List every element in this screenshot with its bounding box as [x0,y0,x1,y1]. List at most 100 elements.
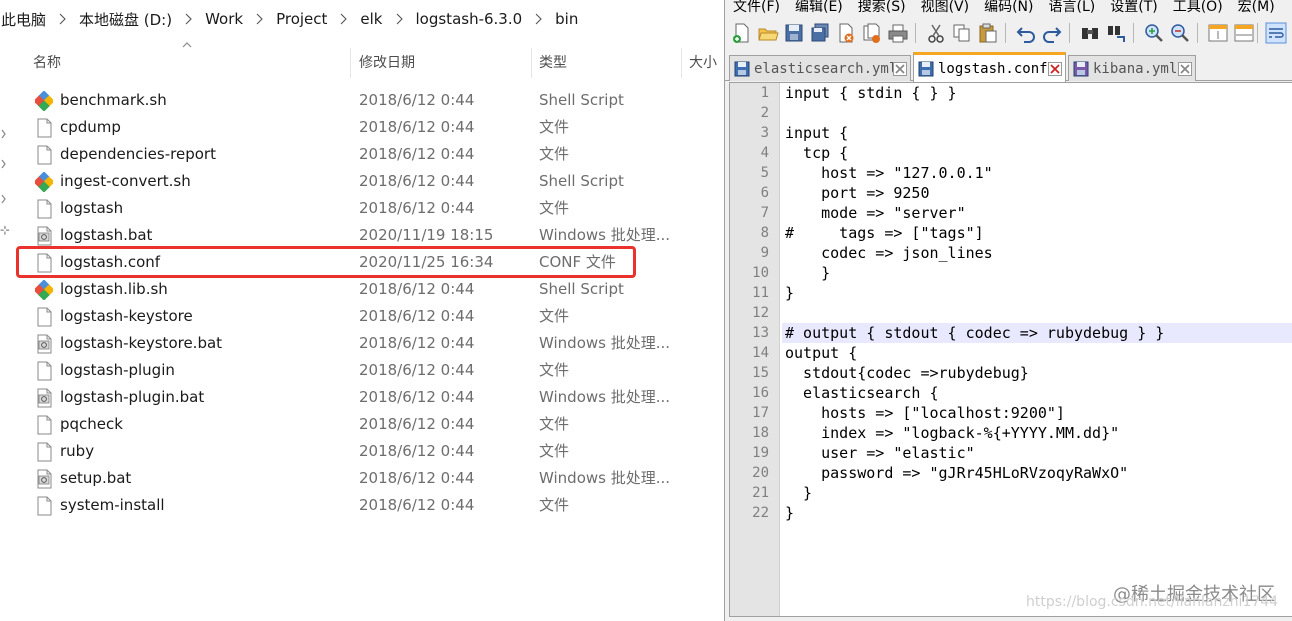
tab-close-icon[interactable] [1048,62,1062,76]
code-text[interactable]: # tags => ["tags"] [785,223,984,243]
menu-item[interactable]: 设置(T) [1102,0,1164,17]
print-icon[interactable] [887,22,909,44]
code-line[interactable]: 5 host => "127.0.0.1" [761,163,1292,183]
code-text[interactable]: output { [785,343,857,363]
paste-icon[interactable] [977,22,999,44]
code-text[interactable]: elasticsearch { [785,383,938,403]
code-text[interactable]: port => 9250 [785,183,929,203]
editor-tab[interactable]: logstash.conf [913,52,1066,82]
file-name[interactable]: pqcheck [60,411,123,438]
save-icon[interactable] [783,22,805,44]
code-line[interactable]: 22} [752,503,1292,523]
tab-label[interactable]: logstash.conf [938,55,1048,83]
file-name[interactable]: ruby [60,438,94,465]
breadcrumb-chevron-icon[interactable] [340,13,348,25]
breadcrumb[interactable]: 此电脑 本地磁盘 (D:) Work Project elk logstash-6.3.0… [0,4,579,34]
tab-label[interactable]: elasticsearch.yml [754,56,897,82]
editor-tab[interactable]: kibana.yml [1068,55,1196,81]
code-text[interactable]: } [785,503,794,523]
code-line[interactable]: 8 # tags => ["tags"] [761,223,1292,243]
code-line[interactable]: 19 user => "elastic" [752,443,1292,463]
code-line[interactable]: 9 codec => json_lines [761,243,1292,263]
breadcrumb-chevron-icon[interactable] [396,13,403,25]
file-row[interactable]: system-install 2018/6/12 0:44 文件 [0,492,724,519]
zoom-in-icon[interactable] [1143,22,1165,44]
copy-icon[interactable] [951,22,973,44]
code-text[interactable]: password => "gJRr45HLoRVzoqyRaWxO" [785,463,1128,483]
code-text[interactable]: index => "logback-%{+YYYY.MM.dd}" [785,423,1119,443]
tab-close-icon[interactable] [893,62,907,76]
sync-vertical-icon[interactable] [1207,22,1229,44]
file-row[interactable]: logstash-keystore 2018/6/12 0:44 文件 [0,303,724,330]
code-text[interactable]: codec => json_lines [785,243,993,263]
code-area[interactable]: 1 input { stdin { } } 2 3 input {4 tcp {5 ho… [752,83,1292,616]
tab-close-icon[interactable] [1178,62,1192,76]
code-line[interactable]: 13 # output { stdout { codec => rubydebug… [752,323,1292,343]
code-line[interactable]: 14 output { [752,343,1292,363]
close-icon[interactable] [835,22,857,44]
code-line[interactable]: 1 input { stdin { } } [761,83,1292,103]
close-all-icon[interactable] [861,22,883,44]
breadcrumb-chevron-icon[interactable] [256,13,263,25]
file-row[interactable]: pqcheck 2018/6/12 0:44 文件 [0,411,724,438]
menu-item[interactable]: 视图(V) [913,0,977,17]
word-wrap-icon[interactable] [1265,22,1287,44]
code-line[interactable]: 20 password => "gJRr45HLoRVzoqyRaWxO" [752,463,1292,483]
file-row[interactable]: logstash-plugin.bat 2018/6/12 0:44 Windows… [0,384,724,411]
find-icon[interactable] [1079,22,1101,44]
menu-item[interactable]: 工具(O) [1165,0,1230,17]
file-row[interactable]: logstash.bat 2020/11/19 18:15 Windows 批处理.… [0,222,724,249]
menu-item[interactable]: 宏(M) [1230,0,1282,17]
breadcrumb-item[interactable]: 本地磁盘 (D:) [78,9,173,30]
file-row[interactable]: logstash 2018/6/12 0:44 文件 [0,195,724,222]
zoom-out-icon[interactable] [1169,22,1191,44]
replace-icon[interactable] [1105,22,1127,44]
file-name[interactable]: logstash [60,195,123,222]
file-row[interactable]: cpdump 2018/6/12 0:44 文件 [0,114,724,141]
menu-item[interactable]: 编码(N) [976,0,1040,17]
breadcrumb-chevron-icon[interactable] [59,13,66,25]
code-text[interactable]: host => "127.0.0.1" [785,163,993,183]
sync-horizontal-icon[interactable] [1233,22,1255,44]
file-row[interactable]: logstash.conf 2020/11/25 16:34 CONF 文件 [0,249,724,276]
file-name[interactable]: logstash.conf [60,249,160,276]
new-file-icon[interactable] [731,22,753,44]
file-name[interactable]: logstash-plugin [60,357,175,384]
code-line[interactable]: 6 port => 9250 [761,183,1292,203]
undo-icon[interactable] [1015,22,1037,44]
file-name[interactable]: logstash.bat [60,222,152,249]
editor-tab[interactable]: elasticsearch.yml [729,55,911,81]
file-row[interactable]: logstash-keystore.bat 2018/6/12 0:44 Windo… [0,330,724,357]
save-all-icon[interactable] [809,22,831,44]
code-line[interactable]: 18 index => "logback-%{+YYYY.MM.dd}" [752,423,1292,443]
menu-item[interactable]: 文件(F) [725,0,787,17]
file-row[interactable]: benchmark.sh 2018/6/12 0:44 Shell Script [0,87,724,114]
column-divider[interactable] [531,48,532,78]
breadcrumb-chevron-icon[interactable] [535,13,542,25]
code-line[interactable]: 4 tcp { [761,143,1292,163]
code-text[interactable]: tcp { [785,143,848,163]
breadcrumb-item[interactable]: elk [359,10,383,28]
tab-label[interactable]: kibana.yml [1093,56,1177,82]
code-line[interactable]: 16 elasticsearch { [752,383,1292,403]
menu-item[interactable]: 编辑(E) [787,0,850,17]
file-name[interactable]: benchmark.sh [60,87,167,114]
code-text[interactable]: input { [785,123,848,143]
code-text[interactable]: } [785,263,830,283]
breadcrumb-chevron-icon[interactable] [185,13,192,25]
file-name[interactable]: ingest-convert.sh [60,168,191,195]
code-line[interactable]: 17 hosts => ["localhost:9200"] [752,403,1292,423]
file-name[interactable]: logstash-keystore.bat [60,330,222,357]
code-text[interactable]: } [785,283,794,303]
file-row[interactable]: setup.bat 2018/6/12 0:44 Windows 批处理... [0,465,724,492]
file-name[interactable]: dependencies-report [60,141,216,168]
file-row[interactable]: ruby 2018/6/12 0:44 文件 [0,438,724,465]
code-editor[interactable]: 1 input { stdin { } } 2 3 input {4 tcp {5 ho… [729,82,1292,617]
cut-icon[interactable] [925,22,947,44]
code-line[interactable]: 3 input { [761,123,1292,143]
column-header-type[interactable]: 类型 [539,44,567,80]
menu-item[interactable]: 语言(L) [1041,0,1103,17]
breadcrumb-item[interactable]: Work [204,10,244,28]
code-text[interactable]: user => "elastic" [785,443,975,463]
file-name[interactable]: logstash-plugin.bat [60,384,204,411]
